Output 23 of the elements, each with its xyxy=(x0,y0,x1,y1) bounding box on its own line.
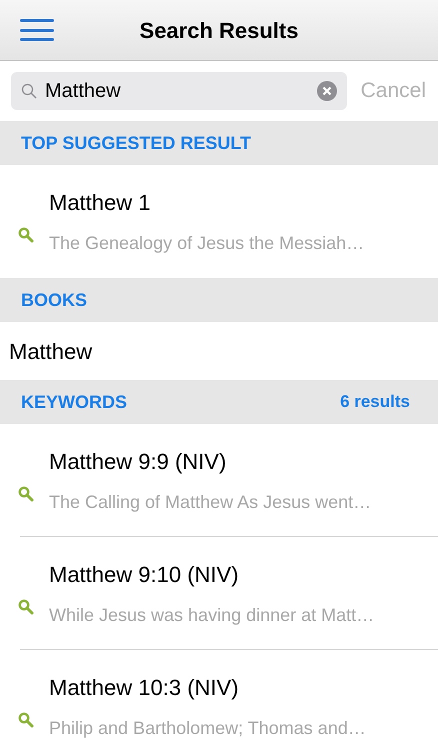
section-title: TOP SUGGESTED RESULT xyxy=(21,132,252,154)
section-title: KEYWORDS xyxy=(21,390,128,414)
window-title: Search Results xyxy=(140,16,298,44)
search-icon xyxy=(18,227,34,243)
result-title: Matthew 1 xyxy=(49,188,152,216)
result-count: 6 results xyxy=(340,391,411,414)
search-icon xyxy=(18,599,34,615)
search-field[interactable]: Matthew xyxy=(11,72,347,110)
result-snippet: The Genealogy of Jesus the Messiah… xyxy=(49,232,364,254)
clear-icon[interactable] xyxy=(316,81,337,101)
search-icon xyxy=(18,486,34,502)
search-icon xyxy=(21,83,37,99)
result-title: Matthew 10:3 (NIV) xyxy=(49,674,240,702)
result-title: Matthew 9:9 (NIV) xyxy=(49,448,228,476)
result-snippet: While Jesus was having dinner at Matt… xyxy=(49,604,374,626)
search-icon xyxy=(18,712,34,728)
section-title: BOOKS xyxy=(21,288,88,312)
book-title: Matthew xyxy=(9,338,92,366)
result-snippet: Philip and Bartholomew; Thomas and… xyxy=(49,716,366,740)
search-text: Matthew xyxy=(45,79,122,104)
result-snippet: The Calling of Matthew As Jesus went… xyxy=(49,490,372,514)
result-title: Matthew 9:10 (NIV) xyxy=(49,560,240,588)
menu-button[interactable] xyxy=(20,17,54,43)
